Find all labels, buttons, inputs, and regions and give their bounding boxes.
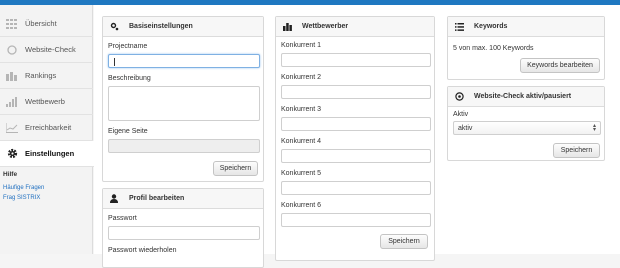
projectname-label: Projectname (108, 43, 148, 50)
sidebar-item-erreichbarkeit[interactable]: Erreichbarkeit (0, 115, 93, 141)
sidebar-item-label: Übersicht (25, 19, 57, 28)
eigene-seite-label: Eigene Seite (108, 128, 148, 135)
projectname-input[interactable] (108, 54, 260, 68)
konkurrent-1-label: Konkurrent 1 (281, 42, 322, 49)
sidebar-item-uebersicht[interactable]: Übersicht (0, 11, 93, 37)
aktiv-label: Aktiv (453, 111, 469, 118)
text-caret (114, 58, 115, 66)
sidebar-item-label: Erreichbarkeit (25, 123, 72, 132)
wettbewerber-panel: Wettbewerber Konkurrent 1 Konkurrent 2 K… (275, 16, 435, 261)
website-check-panel: Website-Check aktiv/pausiert Aktiv aktiv… (447, 86, 605, 161)
sidebar-item-label: Einstellungen (25, 149, 75, 158)
sidebar-item-label: Website-Check (25, 45, 76, 54)
beschreibung-label: Beschreibung (108, 75, 151, 82)
sidebar-item-label: Rankings (25, 71, 57, 80)
panel-title: Website-Check aktiv/pausiert (474, 93, 572, 100)
konkurrent-2-input[interactable] (281, 85, 431, 99)
help-link-faq[interactable]: Häufige Fragen (3, 185, 44, 191)
panel-header: Wettbewerber (276, 17, 434, 37)
sidebar: Übersicht Website-Check Rankings Wettbew… (0, 5, 94, 254)
beschreibung-textarea[interactable] (108, 86, 260, 121)
sidebar-item-rankings[interactable]: Rankings (0, 63, 93, 89)
settings-icon (109, 22, 119, 32)
panel-title: Wettbewerber (302, 23, 349, 30)
keywords-panel: Keywords 5 von max. 100 Keywords Keyword… (447, 16, 605, 80)
grid-icon (5, 18, 19, 29)
panel-title: Keywords (474, 23, 508, 30)
edit-keywords-button[interactable]: Keywords bearbeiten (520, 58, 600, 73)
konkurrent-3-label: Konkurrent 3 (281, 106, 322, 113)
column-chart-icon (5, 96, 19, 107)
panel-header: Basiseinstellungen (103, 17, 263, 37)
main-content: Basiseinstellungen Projectname Beschreib… (94, 5, 620, 268)
konkurrent-4-input[interactable] (281, 149, 431, 163)
panel-header: Profil bearbeiten (103, 189, 263, 209)
power-icon (454, 92, 464, 102)
save-button[interactable]: Speichern (213, 161, 258, 176)
help-heading: Hilfe (3, 171, 18, 178)
aktiv-select-value: aktiv (458, 124, 473, 132)
aktiv-select[interactable]: aktiv ▴ ▾ (453, 121, 601, 135)
sidebar-item-einstellungen[interactable]: Einstellungen (0, 141, 94, 167)
competitors-icon (282, 22, 292, 32)
sidebar-item-wettbewerb[interactable]: Wettbewerb (0, 89, 93, 115)
list-icon (454, 22, 464, 32)
konkurrent-4-label: Konkurrent 4 (281, 138, 322, 145)
panel-header: Website-Check aktiv/pausiert (448, 87, 604, 107)
panel-header: Keywords (448, 17, 604, 37)
sidebar-item-label: Wettbewerb (25, 97, 65, 106)
save-button[interactable]: Speichern (553, 143, 600, 158)
konkurrent-6-label: Konkurrent 6 (281, 202, 322, 209)
konkurrent-1-input[interactable] (281, 53, 431, 67)
panel-title: Basiseinstellungen (129, 23, 193, 30)
konkurrent-3-input[interactable] (281, 117, 431, 131)
user-icon (109, 194, 119, 204)
profil-bearbeiten-panel: Profil bearbeiten Passwort Passwort wied… (102, 188, 264, 268)
panel-title: Profil bearbeiten (129, 195, 185, 202)
keywords-count-text: 5 von max. 100 Keywords (453, 45, 534, 52)
basiseinstellungen-panel: Basiseinstellungen Projectname Beschreib… (102, 16, 264, 182)
select-arrows-icon: ▴ ▾ (592, 123, 596, 133)
passwort-repeat-label: Passwort wiederholen (108, 247, 177, 254)
line-chart-icon (5, 122, 19, 133)
circle-icon (5, 44, 19, 55)
konkurrent-6-input[interactable] (281, 213, 431, 227)
eigene-seite-input (108, 139, 260, 153)
help-link-frag-sistrix[interactable]: Frag SISTRIX (3, 195, 40, 201)
konkurrent-5-label: Konkurrent 5 (281, 170, 322, 177)
save-button[interactable]: Speichern (380, 234, 428, 249)
konkurrent-2-label: Konkurrent 2 (281, 74, 322, 81)
passwort-label: Passwort (108, 215, 137, 222)
sidebar-item-website-check[interactable]: Website-Check (0, 37, 93, 63)
konkurrent-5-input[interactable] (281, 181, 431, 195)
bars-icon (5, 71, 19, 81)
passwort-input[interactable] (108, 226, 260, 240)
gear-icon (5, 148, 19, 159)
